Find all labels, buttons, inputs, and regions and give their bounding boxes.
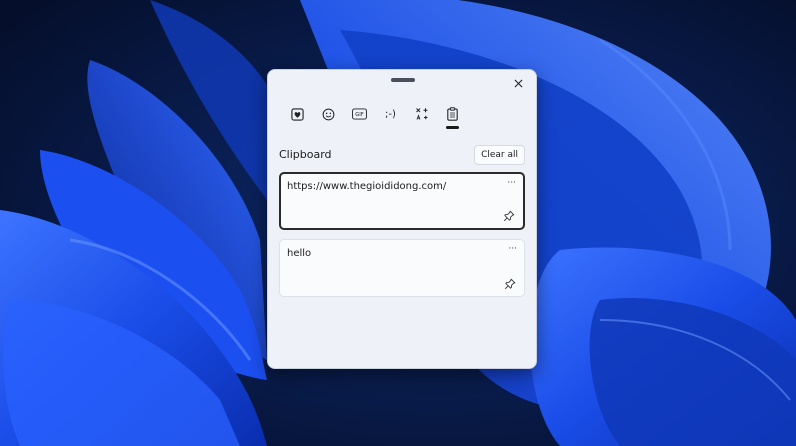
clear-all-button[interactable]: Clear all	[474, 145, 525, 165]
tab-clipboard[interactable]	[437, 102, 468, 129]
clipboard-item[interactable]: https://www.thegioididong.com/ ···	[279, 172, 525, 230]
clipboard-title: Clipboard	[279, 148, 332, 161]
more-options-button[interactable]: ···	[507, 178, 516, 188]
clipboard-icon	[447, 107, 458, 121]
tab-emoji[interactable]	[313, 102, 344, 126]
gif-icon-label: GIF	[355, 112, 363, 118]
clipboard-item-text: https://www.thegioididong.com/	[287, 181, 447, 192]
panel-tabs: GIF ;-)	[282, 102, 468, 134]
tab-favorites[interactable]	[282, 102, 313, 126]
close-icon	[514, 79, 522, 87]
heart-sticker-icon	[291, 107, 304, 121]
smiley-icon	[322, 108, 335, 120]
tab-symbols[interactable]	[406, 102, 437, 126]
clipboard-item-text: hello	[287, 248, 312, 259]
close-button[interactable]	[508, 73, 528, 93]
active-tab-indicator	[446, 126, 459, 129]
kaomoji-icon: ;-)	[385, 108, 396, 120]
pin-icon[interactable]	[503, 210, 515, 222]
emoji-clipboard-panel: GIF ;-) Clipboard Clear all https://www.…	[267, 69, 537, 369]
tab-gif[interactable]: GIF	[344, 102, 375, 126]
drag-handle[interactable]	[391, 78, 415, 82]
pin-icon[interactable]	[504, 278, 516, 290]
tab-kaomoji[interactable]: ;-)	[375, 102, 406, 126]
more-options-button[interactable]: ···	[508, 244, 517, 254]
symbols-icon	[415, 108, 427, 120]
clipboard-item[interactable]: hello ···	[279, 239, 525, 297]
gif-icon: GIF	[352, 108, 367, 120]
